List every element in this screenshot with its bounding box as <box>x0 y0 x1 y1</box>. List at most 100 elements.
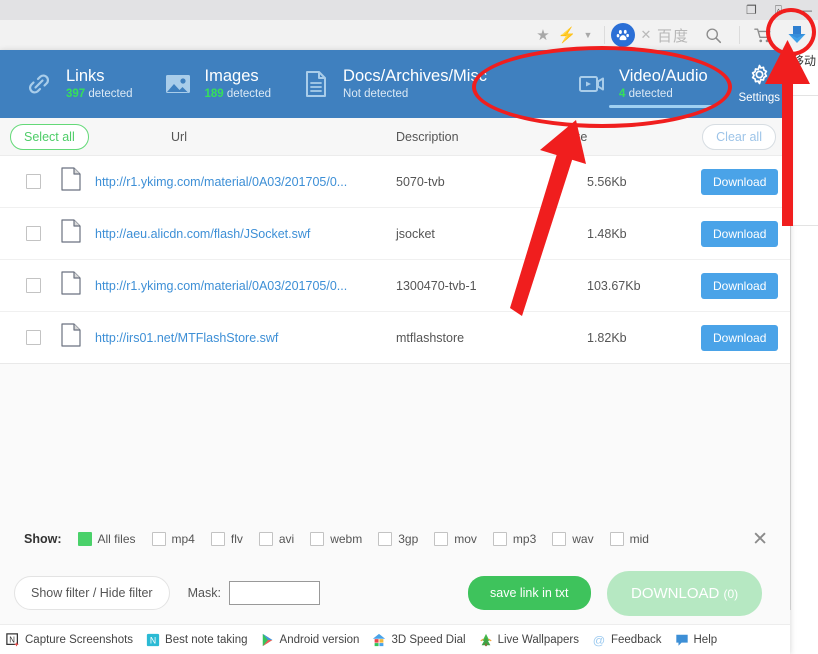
tab-links[interactable]: Links 397 detected <box>0 50 147 118</box>
action-bar: Show filter / Hide filter Mask: save lin… <box>0 562 790 624</box>
table-row: http://irs01.net/MTFlashStore.swf mtflas… <box>0 312 790 364</box>
footer-link-3d-speed-dial[interactable]: 3D Speed Dial <box>372 633 466 647</box>
baidu-logo-icon[interactable] <box>610 21 635 49</box>
filter-checkbox[interactable] <box>77 532 92 546</box>
filter-3gp[interactable]: 3gp <box>378 532 418 546</box>
row-url[interactable]: http://aeu.alicdn.com/flash/JSocket.swf <box>95 227 385 241</box>
download-arrow-glyph <box>788 26 806 43</box>
footer-link-label: Android version <box>279 633 360 646</box>
select-all-button[interactable]: Select all <box>10 123 89 150</box>
filter-webm[interactable]: webm <box>310 532 362 546</box>
row-checkbox[interactable] <box>26 226 41 241</box>
clear-all-button[interactable]: Clear all <box>702 123 776 150</box>
cart-icon[interactable] <box>746 21 780 49</box>
filter-label: mid <box>629 532 649 546</box>
download-all-count: (0) <box>723 586 739 601</box>
footer-link-label: Feedback <box>610 633 662 646</box>
filter-avi[interactable]: avi <box>258 532 294 546</box>
row-download-button[interactable]: Download <box>701 168 779 195</box>
svg-text:@: @ <box>593 633 605 647</box>
file-page-icon <box>61 323 81 352</box>
footer-link-capture-screenshots[interactable]: N Capture Screenshots <box>6 632 133 647</box>
column-header-size: Size <box>563 129 588 144</box>
download-all-button[interactable]: DOWNLOAD (0) <box>607 570 763 616</box>
filter-checkbox[interactable] <box>310 532 325 546</box>
footer-link-feedback[interactable]: @ Feedback <box>592 633 662 647</box>
row-description: jsocket <box>396 226 435 241</box>
row-download-button[interactable]: Download <box>701 220 779 247</box>
tab-video-audio[interactable]: Video/Audio 4 detected <box>561 50 722 118</box>
footer-link-help[interactable]: Help <box>675 633 717 647</box>
google-play-icon <box>262 633 272 646</box>
filter-checkbox[interactable] <box>151 532 166 546</box>
filter-checkbox[interactable] <box>258 532 273 546</box>
tab-docs-archives-misc[interactable]: Docs/Archives/Misc Not detected <box>285 50 501 118</box>
row-checkbox[interactable] <box>26 174 41 189</box>
window-controls: ❐ ⍓ — <box>746 0 812 20</box>
tab-images-title: Images <box>204 66 259 85</box>
note-icon: N <box>146 633 160 646</box>
image-icon <box>161 67 195 101</box>
filter-all-files[interactable]: All files <box>77 532 136 546</box>
filter-checkbox[interactable] <box>378 532 393 546</box>
filter-label: flv <box>230 532 243 546</box>
column-header-url: Url <box>171 129 187 144</box>
wallpaper-icon <box>480 633 492 646</box>
file-list: http://r1.ykimg.com/material/0A03/201705… <box>0 156 790 364</box>
row-checkbox[interactable] <box>26 330 41 345</box>
toggle-filter-button[interactable]: Show filter / Hide filter <box>14 576 170 610</box>
filter-checkbox[interactable] <box>552 532 567 546</box>
filter-mov[interactable]: mov <box>434 532 477 546</box>
downloader-extension-icon[interactable] <box>780 21 814 49</box>
row-url[interactable]: http://irs01.net/MTFlashStore.swf <box>95 331 385 345</box>
filter-checkbox[interactable] <box>492 532 507 546</box>
chat-bubble-icon <box>675 634 688 646</box>
background-side-panel <box>790 50 818 610</box>
filter-mp4[interactable]: mp4 <box>151 532 195 546</box>
search-icon[interactable] <box>693 21 733 49</box>
category-tab-bar: Links 397 detected Images 189 detected D… <box>0 50 790 118</box>
row-download-button[interactable]: Download <box>701 272 779 299</box>
background-chinese-label: 移动 <box>791 54 816 68</box>
close-search-icon[interactable]: ✕ <box>635 21 657 49</box>
footer-link-label: 3D Speed Dial <box>391 633 466 646</box>
filter-flv[interactable]: flv <box>210 532 243 546</box>
settings-button[interactable]: Settings <box>732 50 790 118</box>
file-page-icon <box>61 167 81 196</box>
row-description: 5070-tvb <box>396 174 445 189</box>
row-description: mtflashstore <box>396 330 465 345</box>
filter-mid[interactable]: mid <box>609 532 649 546</box>
footer-link-live-wallpapers[interactable]: Live Wallpapers <box>479 633 579 647</box>
pin-icon[interactable]: ⍓ <box>775 4 782 16</box>
tab-docs-title: Docs/Archives/Misc <box>343 66 487 85</box>
bookmark-star-icon[interactable]: ★ <box>530 21 556 49</box>
search-engine-label: 百度 <box>656 27 689 45</box>
filter-checkbox[interactable] <box>609 532 624 546</box>
table-row: http://aeu.alicdn.com/flash/JSocket.swf … <box>0 208 790 260</box>
filter-label: All files <box>97 532 136 546</box>
restore-icon[interactable]: ❐ <box>746 4 757 16</box>
footer-link-best-note-taking[interactable]: N Best note taking <box>146 633 248 647</box>
save-link-txt-button[interactable]: save link in txt <box>468 576 591 610</box>
filter-label: mov <box>454 532 477 546</box>
minimize-icon[interactable]: — <box>800 4 812 16</box>
file-page-icon <box>61 219 81 248</box>
tab-video-audio-title: Video/Audio <box>618 66 708 85</box>
row-download-button[interactable]: Download <box>701 324 779 351</box>
close-icon[interactable]: ✕ <box>752 530 768 549</box>
row-url[interactable]: http://r1.ykimg.com/material/0A03/201705… <box>95 279 385 293</box>
lightning-icon[interactable]: ⚡ <box>556 21 578 49</box>
filter-checkbox[interactable] <box>434 532 449 546</box>
row-checkbox[interactable] <box>26 278 41 293</box>
footer-link-android-version[interactable]: Android version <box>261 633 360 647</box>
mask-input[interactable] <box>228 581 320 605</box>
tab-video-audio-count: 4 detected <box>618 87 673 100</box>
row-url[interactable]: http://r1.ykimg.com/material/0A03/201705… <box>95 175 385 189</box>
filter-mp3[interactable]: mp3 <box>492 532 536 546</box>
toolbar-divider-2 <box>739 26 740 44</box>
chevron-down-icon[interactable]: ▼ <box>578 21 598 49</box>
filter-label: 3gp <box>398 532 419 546</box>
tab-images[interactable]: Images 189 detected <box>147 50 286 118</box>
filter-checkbox[interactable] <box>210 532 225 546</box>
filter-wav[interactable]: wav <box>552 532 594 546</box>
